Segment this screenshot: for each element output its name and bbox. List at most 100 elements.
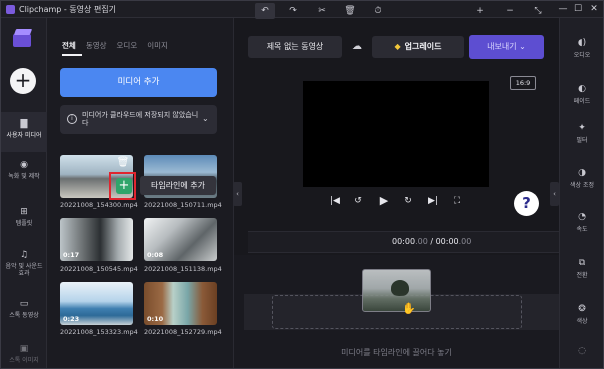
- tab-all[interactable]: 전체: [62, 40, 76, 51]
- cloud-off-icon[interactable]: ☁: [350, 40, 364, 54]
- aspect-ratio-button[interactable]: 16:9: [510, 76, 536, 90]
- active-tab-indicator: [62, 54, 82, 56]
- collapse-left-panel-button[interactable]: ‹: [233, 182, 242, 206]
- media-duration: 0:23: [63, 315, 80, 323]
- split-scissors-icon[interactable]: ✂: [316, 6, 328, 16]
- rail-item-color-adjust[interactable]: ◑ 색상 조정: [560, 168, 604, 189]
- rail-item-filter[interactable]: ✦ 필터: [560, 123, 604, 144]
- media-thumbnail[interactable]: 0:23: [60, 282, 133, 325]
- skip-back-icon[interactable]: |◀: [329, 195, 341, 207]
- stock-image-icon: ▣: [19, 344, 29, 354]
- upgrade-label: 업그레이드: [404, 42, 442, 51]
- stock-video-icon: ▭: [19, 299, 29, 309]
- chevron-down-icon[interactable]: ⌄: [202, 114, 209, 123]
- dragged-clip-preview[interactable]: [362, 269, 431, 312]
- video-preview: [303, 81, 489, 187]
- left-rail: + ▇ 사용자 미디어 ◉ 녹화 및 제작 ⊞ 템플릿 ♫ 음악 및 사운드 효…: [1, 18, 47, 368]
- template-icon: ⊞: [20, 207, 28, 217]
- rewind-5s-icon[interactable]: ↺: [352, 195, 364, 207]
- skip-forward-icon[interactable]: ▶|: [426, 195, 440, 207]
- rail-item-more[interactable]: ◌: [560, 346, 604, 356]
- media-filename: 20221008_152729.mp4: [144, 328, 222, 336]
- tab-images[interactable]: 이미지: [147, 40, 168, 51]
- rail-item-label: 스톡 동영상: [9, 312, 39, 319]
- folder-icon: ▇: [20, 119, 28, 129]
- info-icon: i: [67, 114, 77, 124]
- tab-video[interactable]: 동영상: [86, 40, 107, 51]
- clipchamp-logo-icon: [6, 5, 15, 14]
- media-duration: 0:10: [147, 315, 164, 323]
- rail-item-stock-images[interactable]: ▣ 스톡 이미지: [1, 344, 47, 364]
- window-title: Clipchamp - 동영상 편집기: [19, 5, 117, 14]
- music-icon: ♫: [19, 250, 29, 260]
- rail-item-label: 템플릿: [15, 220, 33, 227]
- rail-item-label: 오디오: [573, 52, 591, 59]
- upgrade-button[interactable]: ◆ 업그레이드: [372, 36, 464, 58]
- maximize-button[interactable]: ☐: [571, 3, 585, 15]
- total-time-ms: .00: [458, 237, 472, 246]
- media-filename: 20221008_153323.mp4: [60, 328, 138, 336]
- media-thumbnail[interactable]: 0:08: [144, 218, 217, 261]
- speed-icon: ◔: [578, 212, 586, 222]
- color-icon: ❂: [578, 304, 586, 314]
- drop-hint-text: 미디어를 타임라인에 끌어다 놓기: [341, 348, 452, 357]
- minimize-button[interactable]: —: [556, 3, 570, 15]
- rail-item-music-sfx[interactable]: ♫ 음악 및 사운드 효과: [1, 250, 47, 277]
- rail-item-color[interactable]: ❂ 색상: [560, 304, 604, 325]
- filter-icon: ✦: [578, 123, 586, 133]
- rail-item-label: 색상: [576, 318, 588, 325]
- add-to-timeline-tooltip: 타임라인에 추가: [140, 176, 216, 195]
- media-thumbnail[interactable]: 0:17: [60, 218, 133, 261]
- rail-item-transition[interactable]: ⧉ 전환: [560, 258, 604, 279]
- rail-item-label: 스톡 이미지: [9, 357, 39, 364]
- zoom-in-icon[interactable]: +: [474, 6, 486, 16]
- delete-icon[interactable]: 🗑: [344, 6, 356, 16]
- collapse-right-panel-button[interactable]: ‹: [550, 182, 559, 206]
- rail-item-label: 필터: [576, 137, 588, 144]
- fullscreen-icon[interactable]: ⛶: [451, 195, 463, 207]
- cloud-notice[interactable]: i 미디어가 클라우드에 저장되지 않았습니다 ⌄: [60, 105, 217, 134]
- rail-item-your-media[interactable]: ▇ 사용자 미디어: [1, 112, 47, 152]
- rail-item-audio[interactable]: ◖) 오디오: [560, 38, 604, 59]
- rail-item-stock-video[interactable]: ▭ 스톡 동영상: [1, 299, 47, 319]
- media-filename: 20221008_151138.mp4: [144, 265, 222, 273]
- tab-audio[interactable]: 오디오: [117, 40, 138, 51]
- media-tabs: 전체 동영상 오디오 이미지: [62, 40, 178, 54]
- undo-icon[interactable]: ↶: [255, 3, 275, 19]
- media-duration: 0:08: [147, 251, 164, 259]
- total-time: 00:00: [435, 237, 459, 246]
- media-duration: 0:17: [63, 251, 80, 259]
- close-button[interactable]: ✕: [587, 3, 601, 15]
- right-rail: ◖) 오디오 ◐ 페이드 ✦ 필터 ◑ 색상 조정 ◔ 속도 ⧉ 전환 ❂ 색상…: [559, 18, 603, 368]
- color-adjust-icon: ◑: [578, 168, 586, 178]
- clipchamp-brand-icon: [13, 29, 33, 47]
- add-media-button[interactable]: 미디어 추가: [60, 68, 217, 97]
- rail-item-fade[interactable]: ◐ 페이드: [560, 84, 604, 105]
- rail-item-label: 음악 및 사운드 효과: [5, 263, 43, 277]
- redo-icon[interactable]: ↷: [287, 6, 299, 16]
- timer-icon[interactable]: ⏱: [372, 6, 384, 16]
- create-new-button[interactable]: +: [10, 68, 36, 94]
- more-icon: ◌: [578, 346, 586, 356]
- zoom-out-icon[interactable]: −: [504, 6, 516, 16]
- rail-item-templates[interactable]: ⊞ 템플릿: [1, 207, 47, 227]
- media-filename: 20221008_154300.mp4: [60, 201, 138, 209]
- rail-item-record-create[interactable]: ◉ 녹화 및 제작: [1, 160, 47, 180]
- media-thumbnail[interactable]: 0:10: [144, 282, 217, 325]
- help-button[interactable]: ?: [514, 191, 539, 216]
- export-button[interactable]: 내보내기 ⌄: [469, 35, 544, 59]
- audio-icon: ◖): [577, 38, 587, 48]
- fade-icon: ◐: [578, 84, 586, 94]
- project-title-field[interactable]: 제목 없는 동영상: [248, 36, 342, 58]
- forward-5s-icon[interactable]: ↻: [402, 195, 414, 207]
- transition-icon: ⧉: [578, 258, 586, 268]
- play-button[interactable]: ▶: [377, 195, 391, 207]
- media-filename: 20221008_150545.mp4: [60, 265, 138, 273]
- rail-item-label: 페이드: [573, 98, 591, 105]
- rail-item-label: 속도: [576, 226, 588, 233]
- delete-media-icon[interactable]: 🗑: [116, 156, 130, 170]
- rail-item-speed[interactable]: ◔ 속도: [560, 212, 604, 233]
- record-icon: ◉: [20, 160, 28, 170]
- current-time: 00:00: [392, 237, 416, 246]
- fit-timeline-icon[interactable]: ⤡: [532, 6, 544, 16]
